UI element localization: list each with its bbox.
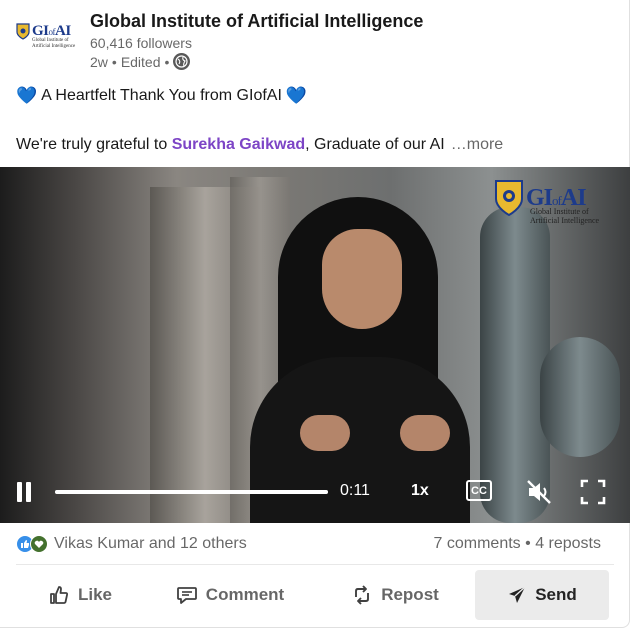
video-progress-fill <box>55 490 328 494</box>
headline-text: A Heartfelt Thank You from GIofAI <box>41 87 282 104</box>
speaker-hand <box>300 415 350 451</box>
video-time: 0:11 <box>340 482 370 499</box>
divider <box>16 564 614 565</box>
logo-subtitle: Global Institute of Artificial Intellige… <box>32 38 76 49</box>
send-button[interactable]: Send <box>475 570 609 620</box>
post-headline: 💙 A Heartfelt Thank You from GIofAI 💙 <box>16 86 307 106</box>
comments-count[interactable]: 7 comments <box>434 535 521 552</box>
blue-heart-icon: 💙 <box>16 86 38 105</box>
playback-speed-button[interactable]: 1x <box>411 482 429 500</box>
support-reaction-icon <box>30 535 48 553</box>
post-meta: 2w • Edited • <box>90 53 191 70</box>
post-card: GIofAI Global Institute of Artificial In… <box>0 0 630 628</box>
comment-label: Comment <box>205 585 285 604</box>
fullscreen-button[interactable] <box>580 479 606 505</box>
send-label: Send <box>535 585 577 604</box>
engagement-counts: 7 comments • 4 reposts <box>434 535 601 553</box>
pause-button[interactable] <box>12 480 36 504</box>
action-bar: Like Comment Repost Send <box>0 570 630 620</box>
video-progress-bar[interactable] <box>55 490 328 494</box>
like-button[interactable]: Like <box>20 570 140 620</box>
follower-count: 60,416 followers <box>90 35 192 51</box>
author-name[interactable]: Global Institute of Artificial Intellige… <box>90 11 423 32</box>
edited-label: Edited <box>120 53 161 70</box>
speaker-hand <box>400 415 450 451</box>
reactions-summary[interactable]: Vikas Kumar and 12 others <box>16 535 247 553</box>
captions-button[interactable]: CC <box>466 480 492 501</box>
count-separator: • <box>525 535 531 552</box>
meta-dot: • <box>111 53 117 70</box>
like-label: Like <box>77 585 113 604</box>
reactors-text: Vikas Kumar and 12 others <box>54 535 247 552</box>
comment-icon <box>176 587 197 604</box>
body-suffix: , Graduate of our AI <box>305 136 445 153</box>
fullscreen-icon <box>580 479 606 505</box>
send-icon <box>509 586 526 603</box>
comment-button[interactable]: Comment <box>160 570 300 620</box>
blue-heart-icon: 💙 <box>285 86 308 105</box>
video-controls: 0:11 1x CC <box>0 470 630 514</box>
video-watermark: GIofAI Global Institute of Artificial In… <box>494 179 599 225</box>
speaker-face <box>322 229 402 329</box>
see-more-button[interactable]: …more <box>451 136 503 153</box>
repost-icon <box>355 585 370 605</box>
company-logo[interactable]: GIofAI Global Institute of Artificial In… <box>16 23 78 59</box>
background-valve <box>540 337 620 457</box>
watermark-subtitle: Global Institute of Artificial Intellige… <box>530 207 600 225</box>
thumbs-up-icon <box>50 586 69 604</box>
post-body: We're truly grateful to Surekha Gaikwad,… <box>16 136 503 154</box>
meta-dot: • <box>164 53 170 70</box>
shield-icon <box>16 23 30 40</box>
globe-icon <box>173 53 191 70</box>
repost-button[interactable]: Repost <box>330 570 460 620</box>
pause-icon <box>17 482 22 502</box>
post-age: 2w <box>90 53 108 70</box>
mention-link[interactable]: Surekha Gaikwad <box>172 136 305 153</box>
mute-button[interactable] <box>525 478 553 506</box>
reposts-count[interactable]: 4 reposts <box>535 535 601 552</box>
repost-label: Repost <box>381 585 439 604</box>
shield-icon <box>495 180 523 217</box>
body-prefix: We're truly grateful to <box>16 136 172 153</box>
muted-speaker-icon <box>527 480 551 504</box>
